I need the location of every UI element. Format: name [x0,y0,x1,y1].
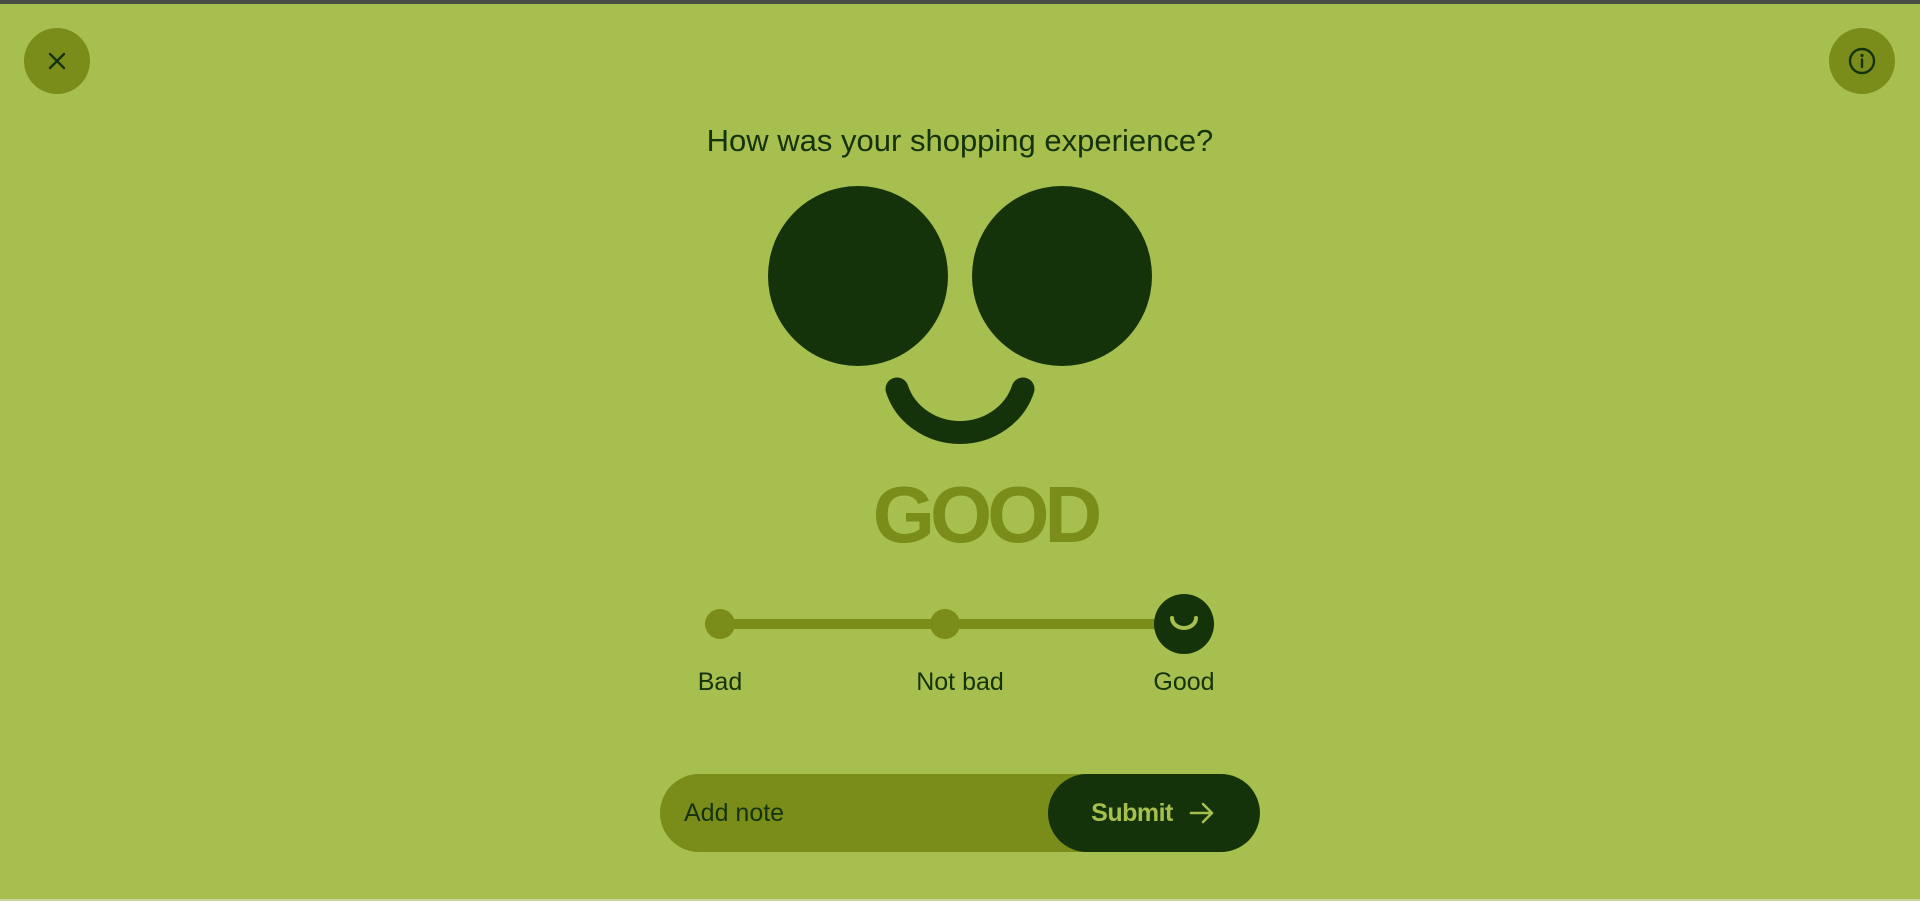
submit-button[interactable]: Submit [1048,774,1260,852]
note-input[interactable] [660,774,1040,852]
question-heading: How was your shopping experience? [706,123,1214,158]
close-icon [42,46,72,76]
rating-scale: Bad Not bad Good [690,580,1250,700]
smiling-face-icon [766,184,1154,448]
info-icon [1847,46,1877,76]
smile-mouth [885,377,1035,444]
smile-icon [1166,612,1202,636]
info-button[interactable] [1829,28,1895,94]
close-button[interactable] [24,28,90,94]
arrow-right-icon [1187,798,1217,828]
top-border [0,0,1920,4]
submit-label: Submit [1091,798,1173,827]
mood-title: GOOD [872,470,1102,559]
rating-label-good[interactable]: Good [1104,668,1264,697]
rating-option-not-bad[interactable] [930,609,960,639]
feedback-screen: How was your shopping experience? GOOD B… [0,0,1920,901]
right-eye [972,186,1152,366]
rating-label-not-bad[interactable]: Not bad [880,668,1040,697]
rating-option-good[interactable] [1154,594,1214,654]
left-eye [768,186,948,366]
note-bar: Submit [660,774,1260,852]
rating-option-bad[interactable] [705,609,735,639]
rating-label-bad[interactable]: Bad [640,668,800,697]
